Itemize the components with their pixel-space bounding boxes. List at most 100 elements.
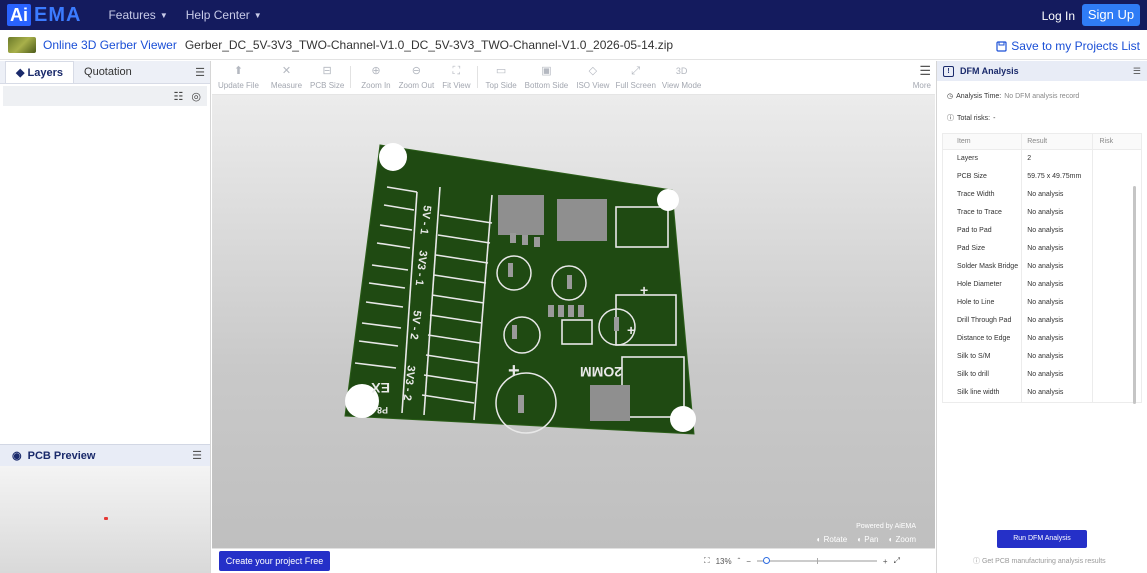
pcb-thumbnail xyxy=(8,36,36,53)
bottom-side-button[interactable]: ▣ Bottom Side xyxy=(525,61,569,95)
top-nav-bar: Ai EMA Features ▼ Help Center ▼ Log In S… xyxy=(0,0,1147,30)
total-risks-label: Total risks: xyxy=(957,114,991,122)
file-bar: Online 3D Gerber Viewer Gerber_DC_5V-3V3… xyxy=(0,30,1147,60)
top-side-icon: ▭ xyxy=(495,65,507,77)
measure-button[interactable]: ✕ Measure xyxy=(271,61,302,95)
clock-icon: ◷ xyxy=(947,93,954,100)
zoom-out-button[interactable]: ⊖ Zoom Out xyxy=(399,61,435,95)
zoom-slider-handle[interactable] xyxy=(762,557,770,564)
preview-menu-icon[interactable]: ☰ xyxy=(192,449,202,462)
col-risk: Risk xyxy=(1099,138,1114,145)
dfm-result-cell: No analysis xyxy=(1022,366,1094,384)
zoom-in-button[interactable]: ⊕ Zoom In xyxy=(361,61,390,95)
analysis-time-value: No DFM analysis record xyxy=(1004,92,1080,100)
nav-features-label: Features xyxy=(108,8,156,22)
fit-view-button[interactable]: ⛶ Fit View xyxy=(442,61,470,95)
dfm-result-cell: No analysis xyxy=(1022,204,1094,222)
view-mode-button[interactable]: 3D View Mode xyxy=(662,61,701,95)
full-screen-button[interactable]: ⤢ Full Screen xyxy=(615,61,655,95)
dfm-scrollbar[interactable] xyxy=(1133,186,1136,404)
view-mode-3d-icon: 3D xyxy=(675,66,688,76)
login-link[interactable]: Log In xyxy=(1042,9,1075,23)
iso-view-button[interactable]: ◇ ISO View xyxy=(576,61,609,95)
dfm-result-cell: 2 xyxy=(1022,150,1094,168)
zoom-dropdown-icon[interactable]: ˆ xyxy=(738,557,741,566)
zoom-plus-icon[interactable]: + xyxy=(883,557,888,566)
create-project-button[interactable]: Create your project Free xyxy=(219,551,330,571)
dfm-table: Item Result Risk Layers 2 PCB Size 59.75 x … xyxy=(942,133,1142,403)
file-name: Gerber_DC_5V-3V3_TWO-Channel-V1.0_DC_5V-… xyxy=(184,37,674,52)
dfm-item-cell: Distance to Edge xyxy=(943,330,1023,348)
update-file-label: Update File xyxy=(218,81,259,90)
table-row: Pad to Pad No analysis xyxy=(943,222,1141,240)
table-row: PCB Size 59.75 x 49.75mm xyxy=(943,168,1141,186)
aiema-logo[interactable]: Ai EMA xyxy=(7,3,81,27)
zoom-hint: ◐ Zoom xyxy=(888,535,916,544)
3d-canvas[interactable]: 2OMM EX P8 5V - 1 5V - 2 3V3 - 1 3V3 - 2… xyxy=(212,95,935,548)
top-side-label: Top Side xyxy=(485,81,517,90)
viewer-bottom-bar: Create your project Free ⛶ 13% ˆ − + ⤢ xyxy=(212,548,935,573)
pcb-3d-render: 2OMM EX P8 5V - 1 5V - 2 3V3 - 1 3V3 - 2… xyxy=(344,143,696,435)
slider-tick xyxy=(816,558,818,564)
dfm-menu-icon[interactable]: ☰ xyxy=(1133,66,1141,77)
save-to-projects-button[interactable]: Save to my Projects List xyxy=(996,39,1140,53)
dfm-result-cell: No analysis xyxy=(1022,276,1094,294)
bottom-side-label: Bottom Side xyxy=(524,81,569,90)
iso-view-icon: ◇ xyxy=(588,65,598,77)
get-results-hint: ⓘ Get PCB manufacturing analysis results xyxy=(973,558,1106,565)
dfm-item-cell: Silk line width xyxy=(943,384,1023,402)
update-file-button[interactable]: ⬆ Update File xyxy=(218,61,259,95)
measure-icon: ✕ xyxy=(281,65,292,77)
expand-icon[interactable]: ⤢ xyxy=(894,556,900,566)
run-dfm-button[interactable]: Run DFM Analysis xyxy=(997,530,1087,548)
table-row: Silk to S/M No analysis xyxy=(943,348,1141,366)
iso-view-label: ISO View xyxy=(576,81,610,90)
total-risks: ⓘ Total risks: - xyxy=(937,113,1147,123)
viewer-title[interactable]: Online 3D Gerber Viewer xyxy=(43,38,177,52)
rotate-hint: ◐ Rotate xyxy=(816,535,848,544)
svg-text:+: + xyxy=(640,282,648,298)
nav-help-center[interactable]: Help Center ▼ xyxy=(186,8,262,22)
tab-layers[interactable]: ◆ Layers xyxy=(5,61,75,83)
zoom-minus-icon[interactable]: − xyxy=(746,557,751,566)
table-row: Pad Size No analysis xyxy=(943,240,1141,258)
fit-icon[interactable]: ⛶ xyxy=(704,556,710,566)
dfm-item-cell: Solder Mask Bridge xyxy=(943,258,1023,276)
pcb-preview-canvas[interactable] xyxy=(0,466,210,573)
dfm-item-cell: Drill Through Pad xyxy=(943,312,1023,330)
nav-features[interactable]: Features ▼ xyxy=(108,8,167,22)
upload-icon: ⬆ xyxy=(233,65,244,77)
bottom-side-icon: ▣ xyxy=(541,65,552,77)
dfm-item-cell: Silk to drill xyxy=(943,366,1023,384)
toolbar-divider xyxy=(476,66,478,88)
fit-view-label: Fit View xyxy=(442,81,471,90)
dfm-item-cell: Trace to Trace xyxy=(943,204,1023,222)
tab-layers-label: Layers xyxy=(27,67,64,79)
eye-icon: ◉ xyxy=(12,450,22,462)
dfm-result-cell: 59.75 x 49.75mm xyxy=(1022,168,1094,186)
signup-button[interactable]: Sign Up xyxy=(1082,4,1140,26)
list-view-icon[interactable]: ☷ xyxy=(174,90,184,103)
table-row: Silk to drill No analysis xyxy=(943,366,1141,384)
table-row: Trace Width No analysis xyxy=(943,186,1141,204)
layer-toolbar: ☷ ◎ xyxy=(3,86,207,106)
table-row: Hole Diameter No analysis xyxy=(943,276,1141,294)
collapse-menu-icon[interactable]: ☰ xyxy=(195,66,205,79)
zoom-slider[interactable] xyxy=(756,557,877,564)
table-row: Hole to Line No analysis xyxy=(943,294,1141,312)
more-button[interactable]: ☰ More xyxy=(913,64,931,91)
tab-quotation[interactable]: Quotation xyxy=(74,61,142,83)
top-side-button[interactable]: ▭ Top Side xyxy=(486,61,517,95)
dfm-item-cell: Hole Diameter xyxy=(943,276,1023,294)
zoom-label: Zoom xyxy=(895,535,916,544)
pcb-label-reg: 2OMM xyxy=(580,364,622,380)
fit-view-icon: ⛶ xyxy=(452,65,461,77)
zoom-in-icon: ⊕ xyxy=(371,65,381,77)
dfm-result-cell: No analysis xyxy=(1022,294,1094,312)
layer-stack-icon[interactable]: ◎ xyxy=(191,90,201,103)
chevron-down-icon: ▼ xyxy=(159,10,168,20)
pcb-size-button[interactable]: ⊟ PCB Size xyxy=(310,61,344,95)
logo-ai: Ai xyxy=(7,4,31,26)
powered-by-label: Powered by AiEMA xyxy=(856,523,916,530)
save-icon xyxy=(996,40,1007,52)
